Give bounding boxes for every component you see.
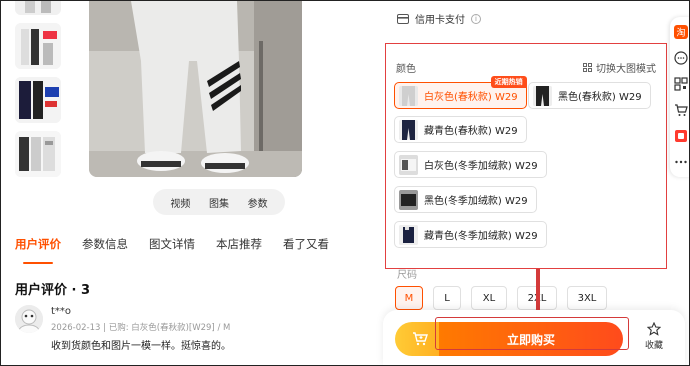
gallery-tab-video[interactable]: 视频 xyxy=(170,195,190,210)
message-icon[interactable] xyxy=(674,51,688,65)
review-date: 2026-02-13 xyxy=(51,323,101,333)
gallery-tab-params[interactable]: 参数 xyxy=(248,195,268,210)
color-option[interactable]: 白灰色(春秋款) W29 近期热销 xyxy=(394,76,527,109)
color-option[interactable]: 黑色(冬季加绒款) W29 xyxy=(394,186,537,213)
credit-card-icon xyxy=(397,13,409,24)
grid-icon xyxy=(583,63,592,72)
buy-now-button[interactable]: 立即购买 xyxy=(439,322,623,356)
credit-card-pay-row: 信用卡支付 i xyxy=(397,11,481,26)
star-icon xyxy=(647,322,661,336)
color-option-label: 白灰色(冬季加绒款) W29 xyxy=(424,161,538,172)
hot-sale-badge: 近期热销 xyxy=(490,76,527,88)
color-option-label: 藏青色(冬季加绒款) W29 xyxy=(424,231,538,242)
thumbnail-strip xyxy=(15,1,65,185)
color-option-thumbnail xyxy=(399,189,418,210)
color-option-label: 白灰色(春秋款) W29 xyxy=(424,92,518,103)
product-main-image[interactable] xyxy=(89,1,302,177)
favorite-label: 收藏 xyxy=(644,341,663,351)
gallery-switcher: 视频 图集 参数 xyxy=(153,189,285,215)
svg-text:淘: 淘 xyxy=(676,27,685,39)
add-to-cart-button[interactable] xyxy=(395,322,445,356)
color-header: 颜色 切换大图模式 xyxy=(396,60,656,75)
sku-color-panel: 颜色 切换大图模式 白灰色(春秋款) W29 近期热销 黑色(春秋款) W29 … xyxy=(385,43,667,269)
info-icon[interactable]: i xyxy=(471,13,481,24)
size-option-l[interactable]: L xyxy=(433,286,461,310)
size-label: 尺码 xyxy=(397,270,417,281)
color-option-thumbnail xyxy=(399,224,418,245)
favorite-button[interactable]: 收藏 xyxy=(635,322,673,351)
gallery-tab-album[interactable]: 图集 xyxy=(209,195,229,210)
taobao-icon[interactable]: 淘 xyxy=(674,25,688,39)
color-option-thumbnail xyxy=(399,119,418,140)
color-option-thumbnail xyxy=(399,85,418,106)
reviewer-name: t**o xyxy=(51,306,72,317)
thumbnail[interactable] xyxy=(15,131,61,177)
cart-icon xyxy=(413,332,428,346)
more-icon[interactable] xyxy=(674,155,688,169)
shop-icon[interactable] xyxy=(674,129,688,143)
color-option-thumbnail xyxy=(399,154,418,175)
color-option[interactable]: 藏青色(春秋款) W29 xyxy=(394,116,527,143)
color-label: 颜色 xyxy=(396,64,416,75)
color-option[interactable]: 黑色(春秋款) W29 xyxy=(528,82,651,109)
review-meta: 2026-02-13 | 已购: 白灰色(春秋款)[W29] / M xyxy=(51,323,231,333)
review-text: 收到货颜色和图片一模一样。挺惊喜的。 xyxy=(51,341,231,352)
content-tabs: 用户评价 参数信息 图文详情 本店推荐 看了又看 xyxy=(15,236,350,264)
color-option-label: 黑色(冬季加绒款) W29 xyxy=(424,196,528,207)
thumbnail[interactable] xyxy=(15,77,61,123)
buy-bar: 立即购买 收藏 xyxy=(383,310,685,365)
avatar xyxy=(15,305,43,333)
review-section-title: 用户评价 · 3 xyxy=(15,283,91,298)
size-option-3xl[interactable]: 3XL xyxy=(567,286,607,310)
thumbnail[interactable] xyxy=(15,23,61,69)
credit-card-label: 信用卡支付 xyxy=(415,15,465,26)
tab-details[interactable]: 图文详情 xyxy=(149,236,195,258)
color-option[interactable]: 白灰色(冬季加绒款) W29 xyxy=(394,151,547,178)
switch-mode-label: 切换大图模式 xyxy=(596,64,656,75)
review-purchased: 已购: 白灰色(春秋款)[W29] / M xyxy=(108,323,231,333)
cart-sidebar-icon[interactable] xyxy=(674,103,688,117)
tab-also-viewed[interactable]: 看了又看 xyxy=(283,236,329,258)
tab-reviews[interactable]: 用户评价 xyxy=(15,236,61,264)
color-option-thumbnail xyxy=(533,85,552,106)
size-options: M L XL 2XL 3XL xyxy=(395,286,607,310)
floating-sidebar: 淘 xyxy=(670,17,689,177)
thumbnail[interactable] xyxy=(15,1,61,15)
color-option-label: 藏青色(春秋款) W29 xyxy=(424,126,518,137)
size-option-xl[interactable]: XL xyxy=(471,286,507,310)
tab-shop-recommend[interactable]: 本店推荐 xyxy=(216,236,262,258)
size-option-m[interactable]: M xyxy=(395,286,423,310)
color-option-label: 黑色(春秋款) W29 xyxy=(558,92,642,103)
scan-icon[interactable] xyxy=(674,77,688,91)
tab-params[interactable]: 参数信息 xyxy=(82,236,128,258)
color-option[interactable]: 藏青色(冬季加绒款) W29 xyxy=(394,221,547,248)
product-page: 视频 图集 参数 用户评价 参数信息 图文详情 本店推荐 看了又看 用户评价 ·… xyxy=(0,0,690,366)
switch-large-image-button[interactable]: 切换大图模式 xyxy=(583,60,656,75)
